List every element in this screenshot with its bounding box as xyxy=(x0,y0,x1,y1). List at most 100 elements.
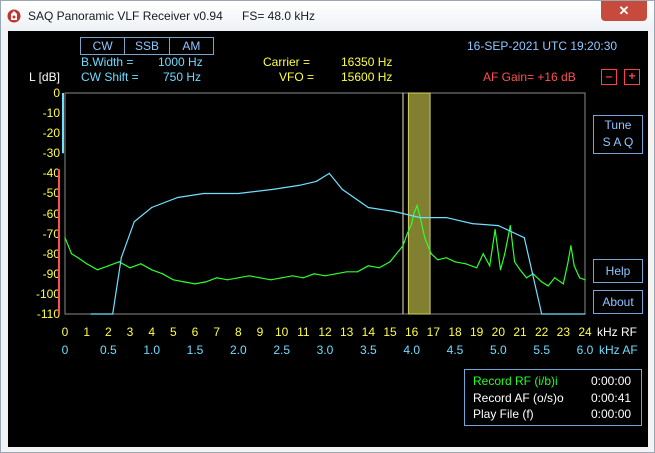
af-data-point xyxy=(445,217,447,219)
rf-data-point xyxy=(554,277,556,279)
rf-data-point xyxy=(194,283,196,285)
rf-data-point xyxy=(259,277,261,279)
af-spectrum-trace xyxy=(91,172,585,315)
x_af-tick-label: 4.0 xyxy=(403,343,420,357)
rf-data-point xyxy=(237,277,239,279)
rf-data-point xyxy=(547,285,549,287)
plot-frame xyxy=(64,92,586,315)
x_af-tick-label: 5.5 xyxy=(533,343,550,357)
rf-data-point xyxy=(291,275,294,277)
rf-data-point xyxy=(499,269,502,271)
af-data-point xyxy=(584,313,586,315)
rf-data-point xyxy=(77,257,79,259)
close-button[interactable]: ✕ xyxy=(601,1,647,21)
rf-data-point xyxy=(313,273,315,275)
rf-data-point xyxy=(378,267,380,269)
rf-data-point xyxy=(107,265,109,267)
x_af-tick-label: 3.0 xyxy=(316,343,334,357)
rf-data-point xyxy=(70,253,73,255)
receiver-panel: CW SSB AM B.Width = 1000 Hz CW Shift = 7… xyxy=(8,31,648,447)
rf-data-point xyxy=(281,277,283,279)
af-data-point xyxy=(328,172,330,174)
af-data-point xyxy=(541,313,543,315)
rf-data-point xyxy=(406,233,408,235)
rf-data-point xyxy=(519,269,521,271)
af-data-point xyxy=(523,237,525,239)
rf-spectrum-trace xyxy=(64,203,586,287)
rf-data-point xyxy=(413,212,415,215)
af-data-point xyxy=(237,192,239,195)
rf-data-point xyxy=(579,277,581,279)
x_af-tick-label: 3.5 xyxy=(359,343,377,357)
af-data-point xyxy=(497,225,499,227)
af-data-point xyxy=(471,223,473,225)
x_af-tick-label: 0.5 xyxy=(99,343,117,357)
help-button[interactable]: Help xyxy=(593,259,643,283)
passband-region xyxy=(407,92,431,315)
rf-data-point xyxy=(494,229,496,231)
record-af-label: Record AF (o/s)o xyxy=(473,391,564,405)
spectrum-plot[interactable] xyxy=(8,31,648,331)
rf-data-point xyxy=(541,281,543,283)
rf-data-point xyxy=(302,277,304,279)
app-icon xyxy=(7,9,21,23)
af-data-point xyxy=(177,196,179,199)
rf-data-point xyxy=(183,281,185,283)
rf-data-point xyxy=(140,263,142,265)
x_af-tick-label: 2.5 xyxy=(273,343,290,357)
af-data-point xyxy=(90,313,92,315)
rf-data-point xyxy=(562,283,564,285)
x_af-tick-label: 4.5 xyxy=(446,343,464,357)
close-icon: ✕ xyxy=(618,3,630,18)
af-data-point xyxy=(298,184,300,186)
af-data-point xyxy=(341,188,343,190)
x_af-tick-label: 6.0 xyxy=(576,343,594,357)
af-data-point xyxy=(112,313,114,315)
af-data-point xyxy=(151,206,153,209)
rf-data-point xyxy=(402,245,404,247)
rf-data-point xyxy=(482,253,484,255)
play-file-label: Play File (f) xyxy=(473,407,534,421)
rf-data-point xyxy=(324,275,326,277)
rf-data-point xyxy=(367,265,369,267)
rf-data-point xyxy=(445,257,447,259)
af-axis-unit: kHz AF xyxy=(599,343,638,357)
rf-data-point xyxy=(411,223,413,225)
title-bar[interactable]: SAQ Panoramic VLF Receiver v0.94 FS= 48.… xyxy=(1,1,654,31)
rf-data-point xyxy=(476,267,478,269)
x_af-tick-label: 5.0 xyxy=(489,343,507,357)
about-button[interactable]: About xyxy=(593,290,643,314)
sample-rate-label: FS= 48.0 kHz xyxy=(242,9,316,23)
record-af-time: 0:00:41 xyxy=(591,391,632,405)
af-data-point xyxy=(393,210,395,213)
rf-data-point xyxy=(96,269,99,271)
x_af-tick-label: 2.0 xyxy=(229,343,247,357)
af-data-point xyxy=(203,192,205,195)
rf-data-point xyxy=(335,273,337,275)
rf-data-point xyxy=(416,204,418,207)
rf-data-point xyxy=(509,225,511,227)
recorder-panel: Record RF (i/b)i 0:00:00 Record AF (o/s)… xyxy=(464,369,642,426)
rf-data-point xyxy=(514,261,516,263)
record-rf-time: 0:00:00 xyxy=(591,374,632,388)
rf-data-point xyxy=(216,277,218,279)
af-data-point xyxy=(272,188,274,190)
rf-data-point xyxy=(270,279,272,281)
rf-data-point xyxy=(356,271,359,273)
play-file-time: 0:00:00 xyxy=(591,407,632,421)
tune-saq-button[interactable]: Tune S A Q xyxy=(593,115,643,154)
rf-data-point xyxy=(395,253,398,255)
rf-data-point xyxy=(346,271,348,273)
x_af-tick-label: 1.5 xyxy=(186,343,204,357)
rf-data-point xyxy=(389,261,391,263)
rf-data-point xyxy=(86,263,88,265)
record-rf-label: Record RF (i/b)i xyxy=(473,374,558,388)
rf-data-point xyxy=(454,261,456,263)
rf-data-point xyxy=(430,253,432,255)
rf-data-point xyxy=(573,265,575,267)
rf-data-point xyxy=(172,279,174,281)
rf-data-point xyxy=(504,253,506,255)
rf-data-point xyxy=(205,281,207,283)
rf-data-point xyxy=(248,275,250,277)
af-data-point xyxy=(315,180,317,182)
